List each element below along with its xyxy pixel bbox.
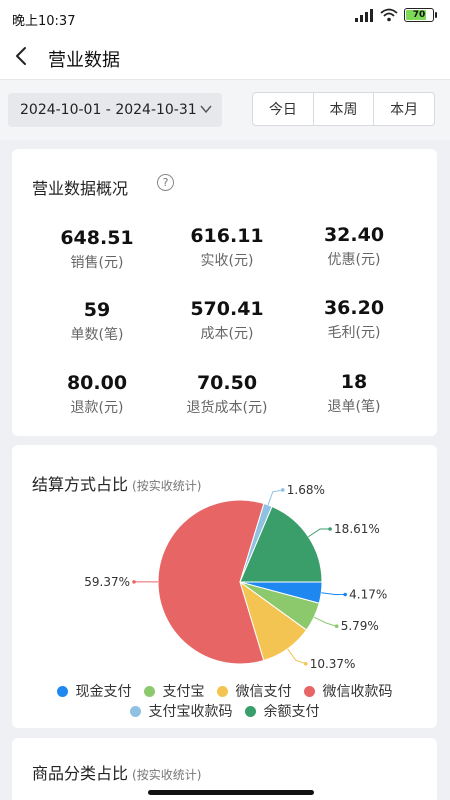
pie-leader-dot <box>280 488 285 492</box>
legend-label: 支付宝收款码 <box>148 704 233 720</box>
status-icons: 70 <box>354 8 437 22</box>
legend-item[interactable]: 支付宝 <box>143 681 205 701</box>
legend-item[interactable]: 微信支付 <box>216 681 292 701</box>
segment-this-week[interactable]: 本周 <box>314 93 375 125</box>
status-bar: 晚上10:37 70 <box>0 0 450 34</box>
metric-cost: 570.41 成本(元) <box>157 298 297 343</box>
date-range-text: 2024-10-01 - 2024-10-31 <box>20 102 197 118</box>
pie-leader-dot <box>328 527 332 531</box>
metric-value: 616.11 <box>190 225 264 247</box>
payment-legend: 现金支付 支付宝 微信支付 微信收款码支付宝收款码 余额支付 <box>12 681 437 721</box>
legend-item[interactable]: 现金支付 <box>56 681 132 701</box>
app-header: 营业数据 <box>0 34 450 80</box>
metric-value: 36.20 <box>323 297 385 319</box>
pie-data-label: 59.37% <box>84 575 130 589</box>
metric-return-cost: 70.50 退货成本(元) <box>157 372 297 417</box>
metric-label: 退款(元) <box>70 400 124 416</box>
overview-title: 营业数据概况 <box>32 179 129 198</box>
date-range-picker[interactable]: 2024-10-01 - 2024-10-31 <box>8 93 222 127</box>
signal-icon <box>355 9 373 22</box>
legend-dot <box>216 685 228 697</box>
metric-sales: 648.51 销售(元) <box>27 227 167 272</box>
pie-data-label: 4.17% <box>349 588 387 602</box>
segment-today[interactable]: 今日 <box>253 93 314 125</box>
help-icon[interactable]: ? <box>157 174 174 191</box>
pie-leader-line <box>287 648 306 665</box>
metric-value: 32.40 <box>323 224 385 246</box>
legend-label: 余额支付 <box>263 704 320 720</box>
metric-value: 80.00 <box>66 372 128 394</box>
metric-discount: 32.40 优惠(元) <box>284 224 424 269</box>
pie-leader-line <box>267 489 283 506</box>
metric-orders: 59 单数(笔) <box>27 299 167 344</box>
battery-level: 70 <box>412 10 426 20</box>
pie-leader-line <box>321 592 346 596</box>
metric-received: 616.11 实收(元) <box>157 225 297 270</box>
legend-label: 现金支付 <box>75 684 132 700</box>
metric-value: 648.51 <box>60 227 134 249</box>
overview-card: 营业数据概况 ? 648.51 销售(元) 616.11 实收(元) 32.40… <box>12 149 437 436</box>
metric-return-orders: 18 退单(笔) <box>284 371 424 416</box>
legend-dot <box>143 685 155 697</box>
category-share-title-text: 商品分类占比 <box>32 764 129 783</box>
metric-gross-profit: 36.20 毛利(元) <box>284 297 424 342</box>
pie-data-label: 1.68% <box>287 483 325 497</box>
pie-data-label: 5.79% <box>341 619 379 633</box>
metric-value: 570.41 <box>190 298 264 320</box>
page-title: 营业数据 <box>48 50 120 71</box>
period-segmented-control: 今日 本周 本月 <box>252 92 435 126</box>
pie-leader-line <box>308 528 331 538</box>
metric-refund: 80.00 退款(元) <box>27 372 167 417</box>
metric-value: 70.50 <box>196 372 258 394</box>
pie-leader-dot <box>132 580 136 584</box>
legend-label: 支付宝 <box>162 684 205 700</box>
chevron-down-icon <box>200 105 212 114</box>
battery-icon: 70 <box>404 8 437 22</box>
legend-dot <box>56 685 68 697</box>
legend-dot <box>303 685 315 697</box>
legend-label: 微信收款码 <box>322 684 393 700</box>
metric-label: 销售(元) <box>70 255 124 271</box>
pie-data-label: 18.61% <box>334 522 380 536</box>
back-arrow-icon[interactable] <box>10 44 34 68</box>
wifi-icon <box>380 8 398 22</box>
legend-dot <box>129 705 141 717</box>
legend-item[interactable]: 支付宝收款码 <box>129 701 233 721</box>
metric-label: 单数(笔) <box>70 327 124 343</box>
segment-this-month[interactable]: 本月 <box>374 93 434 125</box>
filter-bar: 2024-10-01 - 2024-10-31 今日 本周 本月 <box>0 80 450 140</box>
metric-label: 优惠(元) <box>327 252 381 268</box>
home-indicator <box>148 790 314 795</box>
metric-label: 退单(笔) <box>327 399 381 415</box>
legend-label: 微信支付 <box>235 684 292 700</box>
pie-leader-dot <box>343 592 347 597</box>
metric-label: 毛利(元) <box>327 325 381 341</box>
metric-value: 18 <box>340 371 368 393</box>
metric-value: 59 <box>83 299 111 321</box>
legend-item[interactable]: 余额支付 <box>244 701 320 721</box>
pie-leader-line <box>313 616 337 627</box>
legend-item[interactable]: 微信收款码 <box>303 681 393 701</box>
payment-share-card: 结算方式占比 (按实收统计) 4.17% 5.79% 10.37% 59.37% 1.68… <box>12 445 437 728</box>
metric-label: 退货成本(元) <box>186 400 268 416</box>
status-time: 晚上10:37 <box>12 14 76 29</box>
metric-label: 成本(元) <box>200 326 254 342</box>
category-share-title: 商品分类占比 (按实收统计) <box>32 760 201 784</box>
legend-dot <box>244 705 256 717</box>
metric-label: 实收(元) <box>200 253 254 269</box>
pie-leader-dot <box>303 661 308 666</box>
pie-data-label: 10.37% <box>310 657 356 671</box>
pie-leader-dot <box>334 624 339 629</box>
category-share-subtitle: (按实收统计) <box>132 768 202 782</box>
